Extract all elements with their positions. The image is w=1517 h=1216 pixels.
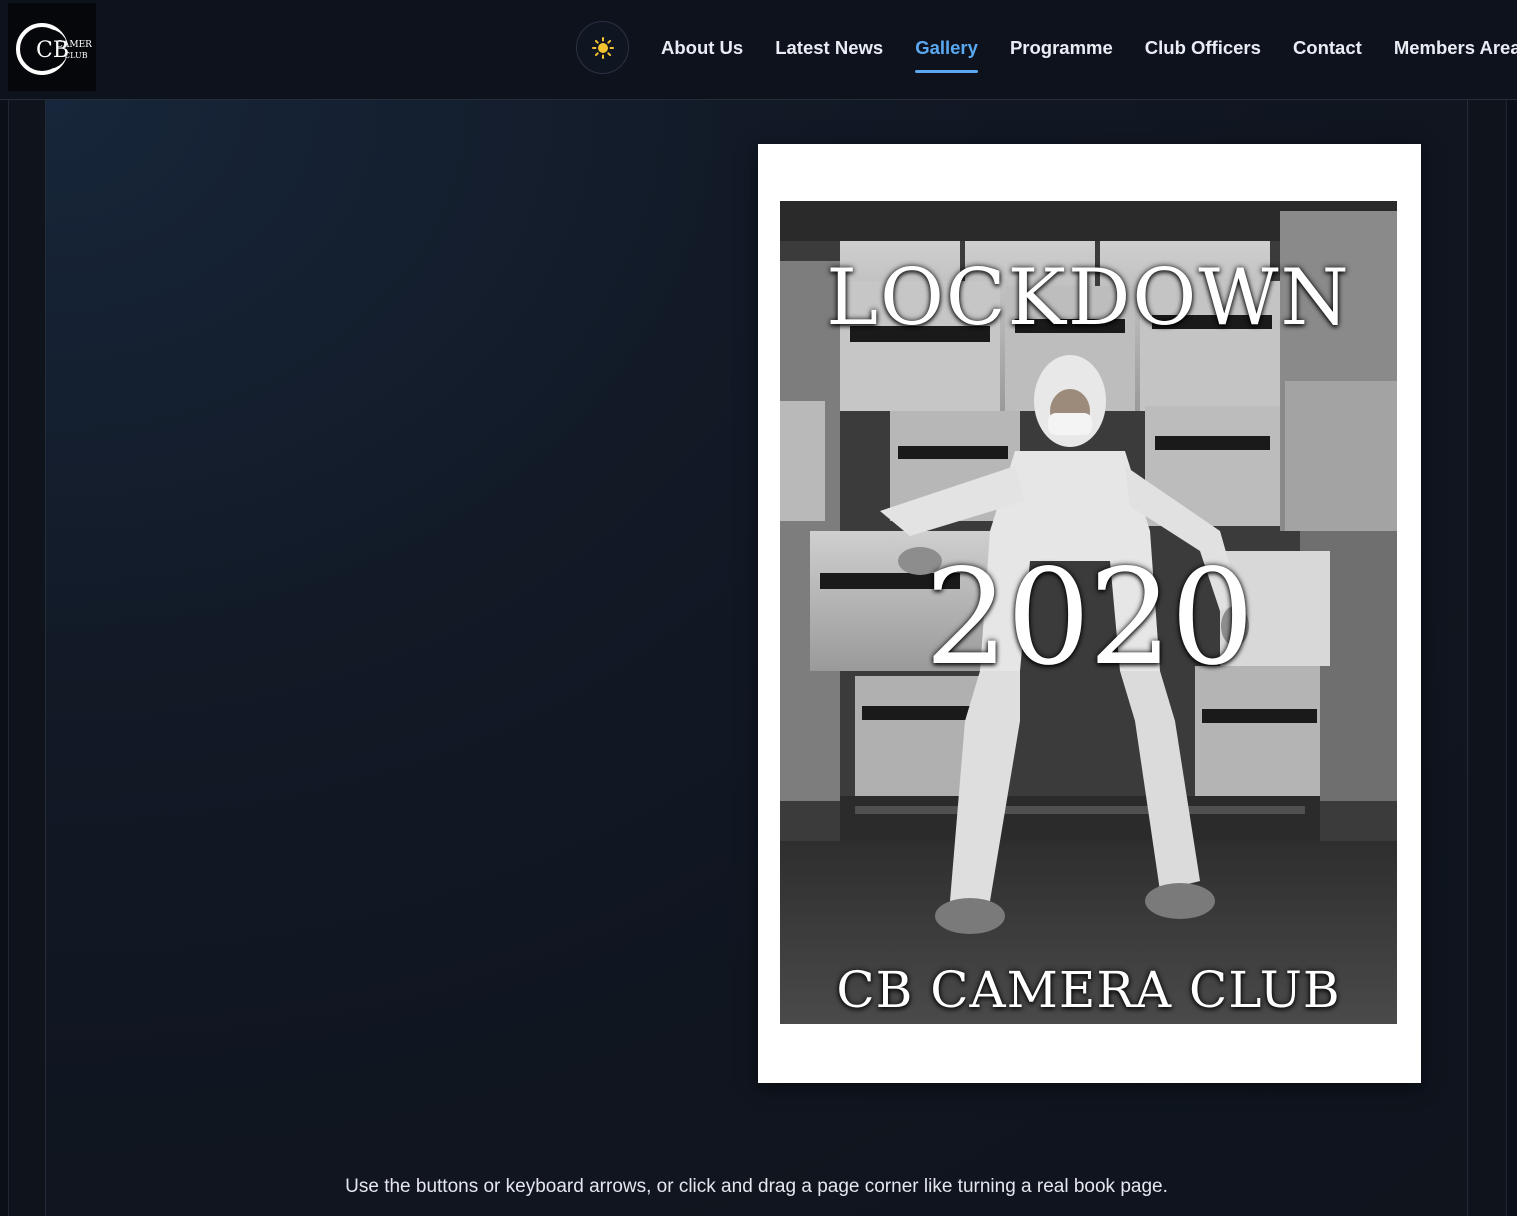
flipbook-instructions: Use the buttons or keyboard arrows, or c… [345,1176,1168,1197]
club-logo[interactable]: CB CAMERA CLUB [8,3,96,91]
nav-item-latest-news[interactable]: Latest News [759,24,899,72]
nav-item-members-area[interactable]: Members Area [1378,24,1517,72]
theme-toggle-button[interactable] [576,21,629,74]
main-nav: About Us Latest News Gallery Programme C… [645,24,1517,73]
nav-item-club-officers[interactable]: Club Officers [1129,24,1277,72]
cover-title-year: 2020 [924,541,1255,695]
nav-item-gallery[interactable]: Gallery [899,24,994,73]
cover-title-lockdown: LOCKDOWN [826,253,1351,343]
site-header: CB CAMERA CLUB About Us Latest News Gall… [0,0,1517,100]
nav-item-contact[interactable]: Contact [1277,24,1378,72]
sun-icon [591,36,614,59]
logo-text-bottom: CLUB [64,51,88,60]
nav-item-about-us[interactable]: About Us [645,24,759,72]
logo-text-top: CAMERA [56,40,92,50]
cover-photo: LOCKDOWN 2020 CB CAMERA CLUB [780,201,1397,1024]
book-cover-page[interactable]: LOCKDOWN 2020 CB CAMERA CLUB [758,144,1421,1083]
nav-item-programme[interactable]: Programme [994,24,1129,72]
cover-title-club: CB CAMERA CLUB [836,961,1341,1019]
camera-club-logo-icon: CB CAMERA CLUB [16,23,92,75]
